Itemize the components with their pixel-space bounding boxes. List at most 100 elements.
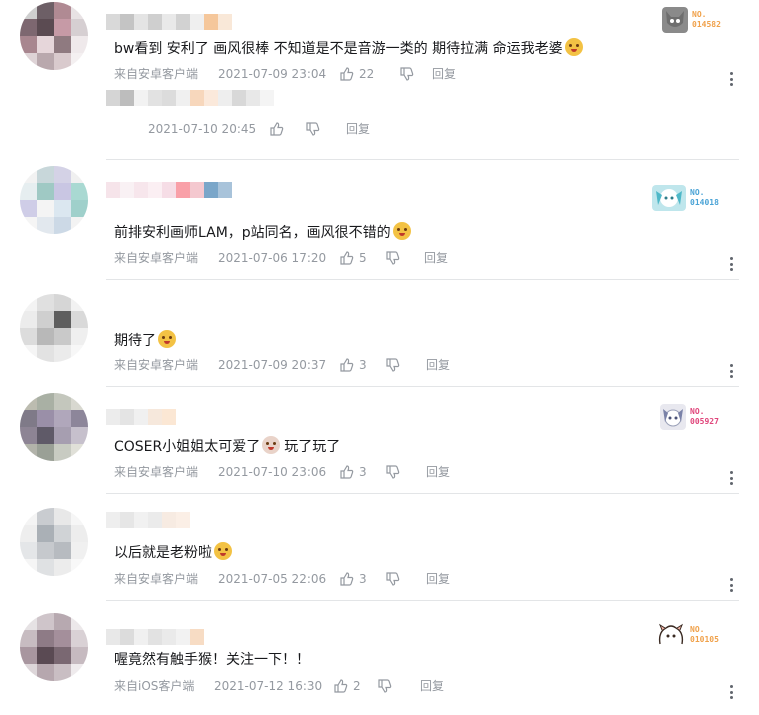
comment-divider [106, 386, 739, 387]
thumb-down-icon [378, 679, 392, 693]
like-button[interactable]: 22 [340, 66, 400, 82]
comment-text-body: 期待了 [114, 333, 156, 349]
avatar[interactable] [20, 613, 88, 681]
comment-text-body: 以后就是老粉啦 [114, 545, 212, 561]
comment-text: bw看到 安利了 画风很棒 不知道是不是音游一类的 期待拉满 命运我老婆 [114, 38, 583, 59]
thumb-down-icon [306, 122, 320, 136]
reply-button[interactable]: 回复 [426, 357, 450, 373]
like-button[interactable]: 3 [340, 464, 386, 480]
like-count: 5 [359, 251, 367, 265]
comment-text: COSER小姐姐太可爱了 玩了玩了 [114, 436, 340, 457]
username-blurred[interactable] [106, 512, 190, 528]
comment-text: 喔竟然有触手猴！关注一下！！ [114, 650, 310, 670]
like-button[interactable]: 5 [340, 250, 386, 266]
comment-text-body: bw看到 安利了 画风很棒 不知道是不是音游一类的 期待拉满 命运我老婆 [114, 41, 563, 57]
like-button[interactable]: 3 [340, 357, 386, 373]
fan-badge: NO. 014582 [662, 6, 721, 34]
comment-time: 2021-07-09 20:37 [218, 358, 327, 372]
fan-badge: NO. 010105 [656, 621, 719, 649]
like-button[interactable]: 2 [334, 678, 378, 694]
thumb-up-icon [340, 358, 354, 372]
sub-reply-meta: 2021-07-10 20:45 回复 [148, 121, 370, 137]
comment-time: 2021-07-06 17:20 [218, 251, 327, 265]
like-count: 3 [359, 572, 367, 586]
fan-badge: NO. 005927 [660, 403, 719, 431]
reply-button[interactable]: 回复 [424, 250, 448, 266]
more-options-icon[interactable] [726, 363, 736, 379]
emoji-icon [158, 330, 176, 348]
client-source: 来自iOS客户端 [114, 679, 195, 693]
fan-badge-no: NO. [692, 10, 707, 19]
emoji-icon [392, 222, 411, 240]
reply-button[interactable]: 回复 [426, 571, 450, 587]
thumb-down-icon [400, 67, 414, 81]
like-count: 2 [353, 679, 361, 693]
like-count: 22 [359, 67, 375, 81]
fan-badge-no: NO. [690, 407, 705, 416]
avatar[interactable] [20, 294, 88, 362]
comment-divider [106, 600, 739, 601]
comment-meta: 来自安卓客户端 2021-07-09 23:04 22 回复 [114, 66, 456, 82]
dislike-button[interactable] [386, 465, 426, 479]
dislike-button[interactable] [386, 251, 424, 265]
comment-text: 前排安利画师LAM，p站同名，画风很不错的 [114, 222, 411, 243]
username-blurred[interactable] [106, 409, 176, 425]
comment-text: 以后就是老粉啦 [114, 542, 232, 563]
username-blurred[interactable] [106, 182, 232, 198]
thumb-up-icon [340, 465, 354, 479]
comment-time: 2021-07-10 23:06 [218, 465, 327, 479]
fan-badge-number: 014018 [690, 198, 719, 207]
dislike-button[interactable] [386, 358, 426, 372]
client-source: 来自安卓客户端 [114, 67, 199, 81]
more-options-icon[interactable] [726, 71, 736, 87]
thumb-down-icon [386, 465, 400, 479]
fan-badge-no: NO. [690, 625, 705, 634]
fan-badge-number: 005927 [690, 417, 719, 426]
avatar[interactable] [20, 508, 88, 576]
emoji-icon [564, 38, 583, 56]
reply-button[interactable]: 回复 [432, 66, 456, 82]
more-options-icon[interactable] [726, 577, 736, 593]
comment-meta: 来自iOS客户端 2021-07-12 16:30 2 回复 [114, 678, 444, 694]
more-options-icon[interactable] [726, 684, 736, 700]
reply-button[interactable]: 回复 [420, 678, 444, 694]
dislike-button[interactable] [306, 122, 346, 136]
avatar[interactable] [20, 393, 88, 461]
comment-divider [106, 279, 739, 280]
thumb-down-icon [386, 572, 400, 586]
fan-badge-no: NO. [690, 188, 705, 197]
comment-time: 2021-07-05 22:06 [218, 572, 327, 586]
client-source: 来自安卓客户端 [114, 465, 199, 479]
username-blurred[interactable] [106, 14, 232, 30]
dislike-button[interactable] [378, 679, 420, 693]
client-source: 来自安卓客户端 [114, 358, 199, 372]
dislike-button[interactable] [400, 67, 432, 81]
comment-meta: 来自安卓客户端 2021-07-10 23:06 3 回复 [114, 464, 450, 480]
fan-badge-avatar-icon [652, 185, 686, 211]
comment-text-body: 前排安利画师LAM，p站同名，画风很不错的 [114, 225, 391, 241]
sub-reply-username-blurred[interactable] [106, 90, 274, 106]
like-button[interactable]: 3 [340, 571, 386, 587]
sub-reply-time: 2021-07-10 20:45 [148, 122, 257, 136]
comment-time: 2021-07-12 16:30 [214, 679, 323, 693]
thumb-up-icon [334, 679, 348, 693]
fan-badge-number: 014582 [692, 20, 721, 29]
avatar[interactable] [20, 2, 88, 70]
thumb-down-icon [386, 358, 400, 372]
like-count: 3 [359, 465, 367, 479]
like-button[interactable] [270, 122, 306, 136]
reply-button[interactable]: 回复 [346, 121, 370, 137]
reply-button[interactable]: 回复 [426, 464, 450, 480]
username-blurred[interactable] [106, 629, 204, 645]
client-source: 来自安卓客户端 [114, 251, 199, 265]
emoji-icon [262, 436, 281, 454]
fan-badge-number: 010105 [690, 635, 719, 644]
more-options-icon[interactable] [726, 470, 736, 486]
emoji-icon [214, 542, 232, 560]
more-options-icon[interactable] [726, 256, 736, 272]
thumb-up-icon [340, 572, 354, 586]
comment-time: 2021-07-09 23:04 [218, 67, 327, 81]
dislike-button[interactable] [386, 572, 426, 586]
fan-badge-avatar-icon [662, 7, 688, 33]
avatar[interactable] [20, 166, 88, 234]
